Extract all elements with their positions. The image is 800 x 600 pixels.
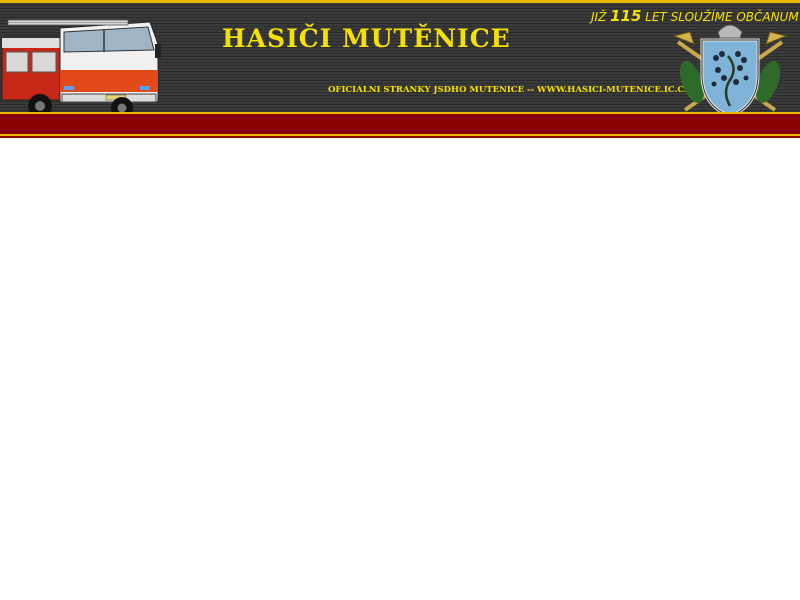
fire-brigade-emblem — [672, 24, 788, 118]
top-gold-stripe — [0, 0, 800, 3]
header-banner: HASIČI MUTĚNICE JIŽ 115 LET SLOUŽÍME OBČ… — [0, 0, 800, 138]
site-subtitle: OFICIALNI STRANKY JSDHO MUTENICE -- WWW.… — [328, 85, 691, 95]
fire-truck-image — [1, 19, 161, 119]
page-content — [0, 138, 800, 600]
band-bottom-line — [0, 134, 800, 136]
slogan-number: 115 — [610, 7, 642, 25]
band-top-line — [0, 112, 800, 114]
slogan-prefix: JIŽ — [591, 10, 611, 24]
site-title: HASIČI MUTĚNICE — [222, 24, 511, 53]
header-bottom-band — [0, 112, 800, 138]
